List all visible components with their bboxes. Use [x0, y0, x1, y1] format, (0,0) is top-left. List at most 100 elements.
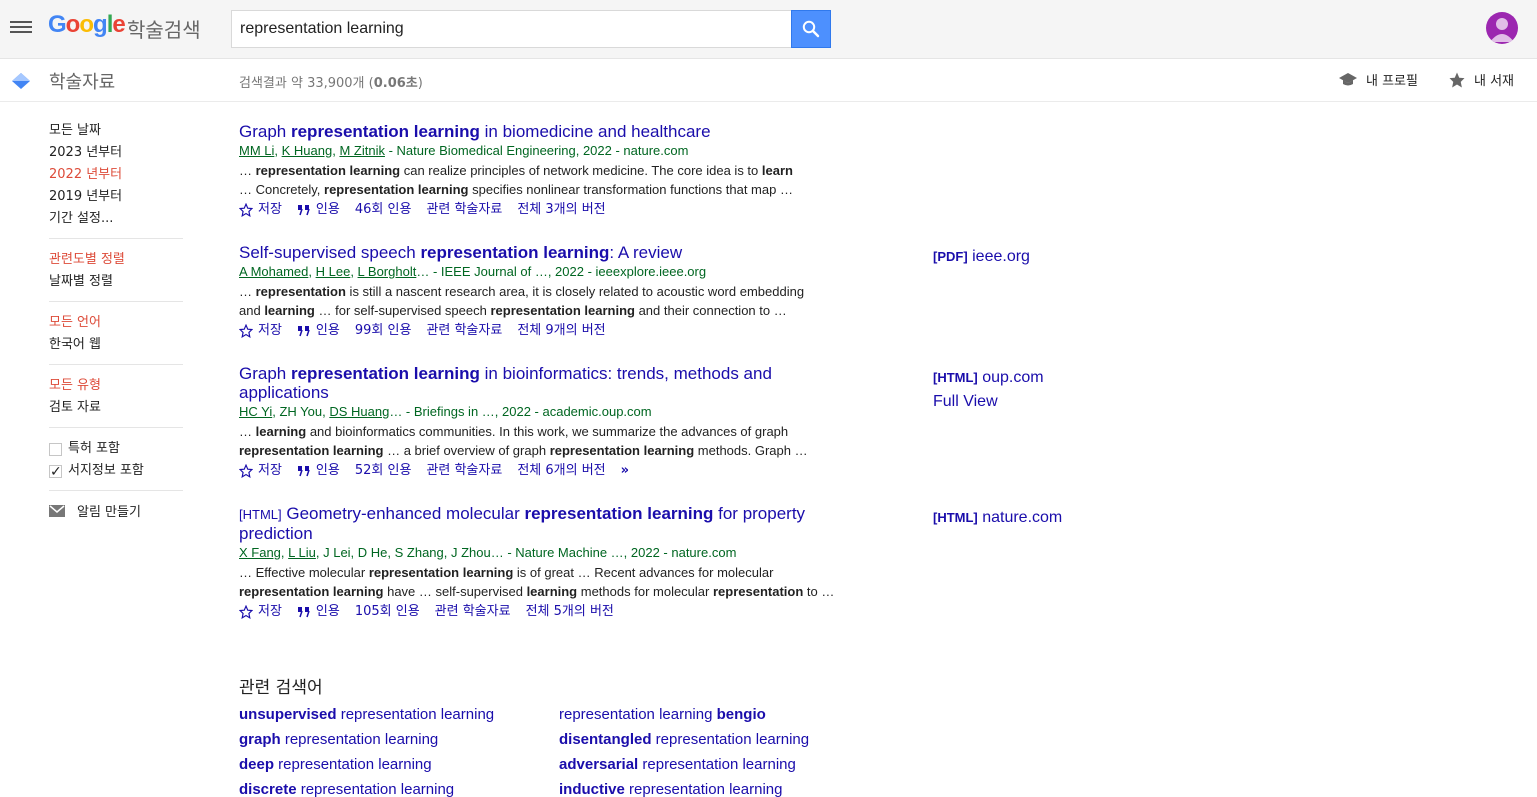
search-input[interactable]	[232, 11, 791, 47]
all-versions-link[interactable]: 전체 5개의 버전	[526, 602, 614, 622]
result-snippet: … Concretely, representation learning sp…	[239, 182, 793, 197]
scholar-logo-text[interactable]: 학술검색	[127, 14, 201, 43]
include-patents-checkbox[interactable]: 특허 포함	[49, 438, 183, 460]
cite-button[interactable]: 인용	[297, 321, 340, 341]
related-search-link[interactable]: adversarial representation learning	[559, 755, 879, 774]
top-bar: Google 학술검색	[0, 0, 1537, 59]
result-authors: X Fang, L Liu, J Lei, D He, S Zhang, J Z…	[239, 545, 737, 560]
date-since-2022[interactable]: 2022 년부터	[49, 164, 183, 186]
cite-button[interactable]: 인용	[297, 200, 340, 220]
save-button[interactable]: 저장	[239, 200, 282, 220]
result-title-link[interactable]: Graph representation learning in biomedi…	[239, 122, 819, 141]
author-link[interactable]: DS Huang	[329, 404, 389, 419]
google-logo[interactable]: Google	[48, 11, 126, 39]
cited-by-link[interactable]: 105회 인용	[355, 602, 420, 622]
date-custom-range[interactable]: 기간 설정...	[49, 208, 183, 230]
type-group: 모든 유형 검토 자료	[49, 375, 183, 428]
type-review[interactable]: 검토 자료	[49, 397, 183, 419]
result-title-link[interactable]: [HTML] Geometry-enhanced molecular repre…	[239, 504, 819, 543]
related-search-link[interactable]: graph representation learning	[239, 730, 559, 749]
date-any[interactable]: 모든 날짜	[49, 120, 183, 142]
author-link[interactable]: L Borgholt	[358, 264, 417, 279]
star-icon	[1449, 72, 1465, 87]
graduation-cap-icon	[1339, 72, 1357, 85]
include-citations-checkbox[interactable]: 서지정보 포함	[49, 460, 183, 483]
author-link[interactable]: A Mohamed	[239, 264, 308, 279]
sort-group: 관련도별 정렬 날짜별 정렬	[49, 249, 183, 302]
all-versions-link[interactable]: 전체 3개의 버전	[517, 200, 605, 220]
all-versions-link[interactable]: 전체 9개의 버전	[517, 321, 605, 341]
user-icon	[1490, 18, 1514, 42]
author-link[interactable]: H Lee	[316, 264, 351, 279]
all-versions-link[interactable]: 전체 6개의 버전	[517, 461, 605, 481]
related-search-link[interactable]: deep representation learning	[239, 755, 559, 774]
search-result: Graph representation learning in biomedi…	[239, 122, 1109, 220]
menu-icon[interactable]	[10, 18, 32, 36]
my-profile-link[interactable]: 내 프로필	[1338, 70, 1418, 89]
fulltext-links: [HTML] oup.com Full View	[933, 366, 1044, 414]
cited-by-link[interactable]: 46회 인용	[355, 200, 412, 220]
result-snippet: representation learning have … self-supe…	[239, 584, 835, 599]
author-link[interactable]: K Huang	[282, 143, 333, 158]
sort-by-date[interactable]: 날짜별 정렬	[49, 271, 183, 293]
language-any[interactable]: 모든 언어	[49, 312, 183, 334]
pdf-link[interactable]: [PDF] ieee.org	[933, 245, 1030, 269]
language-korean[interactable]: 한국어 웹	[49, 334, 183, 356]
related-search-link[interactable]: unsupervised representation learning	[239, 705, 559, 724]
author-link[interactable]: MM Li	[239, 143, 274, 158]
author-link[interactable]: L Liu	[288, 545, 316, 560]
cited-by-link[interactable]: 99회 인용	[355, 321, 412, 341]
related-articles-link[interactable]: 관련 학술자료	[426, 461, 502, 481]
checkbox-unchecked[interactable]	[49, 442, 62, 456]
cite-button[interactable]: 인용	[297, 461, 340, 481]
author-link[interactable]: M Zitnik	[339, 143, 385, 158]
star-outline-icon	[239, 324, 253, 338]
result-snippet: … Effective molecular representation lea…	[239, 565, 774, 580]
html-link[interactable]: [HTML] nature.com	[933, 506, 1062, 530]
full-view-link[interactable]: Full View	[933, 390, 1044, 414]
result-title-link[interactable]: Graph representation learning in bioinfo…	[239, 364, 819, 402]
cited-by-link[interactable]: 52회 인용	[355, 461, 412, 481]
create-alert-link[interactable]: 알림 만들기	[49, 501, 183, 520]
account-avatar[interactable]	[1486, 12, 1518, 44]
save-button[interactable]: 저장	[239, 602, 282, 622]
html-link[interactable]: [HTML] oup.com	[933, 366, 1044, 390]
related-articles-link[interactable]: 관련 학술자료	[435, 602, 511, 622]
result-snippet: and learning … for self-supervised speec…	[239, 303, 787, 318]
sub-bar: 학술자료 검색결과 약 33,900개 (0.06초) 내 프로필 내 서재	[0, 60, 1537, 102]
sort-by-relevance[interactable]: 관련도별 정렬	[49, 249, 183, 271]
checkbox-checked[interactable]	[49, 461, 62, 483]
my-library-link[interactable]: 내 서재	[1448, 70, 1514, 89]
envelope-icon	[49, 504, 65, 517]
save-button[interactable]: 저장	[239, 321, 282, 341]
date-since-2019[interactable]: 2019 년부터	[49, 186, 183, 208]
result-snippet: representation learning … a brief overvi…	[239, 443, 808, 458]
related-search-link[interactable]: representation learning bengio	[559, 705, 879, 724]
scholar-cap-icon	[12, 73, 30, 89]
related-search-link[interactable]: inductive representation learning	[559, 780, 879, 797]
star-outline-icon	[239, 605, 253, 619]
search-icon	[802, 20, 820, 38]
author-link[interactable]: X Fang	[239, 545, 281, 560]
author-link[interactable]: HC Yi	[239, 404, 272, 419]
result-actions: 저장 인용 99회 인용 관련 학술자료 전체 9개의 버전	[239, 321, 1109, 341]
search-button[interactable]	[791, 10, 831, 48]
more-chevron-icon[interactable]: »	[621, 461, 629, 481]
related-articles-link[interactable]: 관련 학술자료	[426, 321, 502, 341]
filter-sidebar: 모든 날짜 2023 년부터 2022 년부터 2019 년부터 기간 설정..…	[49, 120, 183, 520]
result-authors: MM Li, K Huang, M Zitnik - Nature Biomed…	[239, 143, 689, 158]
date-since-2023[interactable]: 2023 년부터	[49, 142, 183, 164]
save-button[interactable]: 저장	[239, 461, 282, 481]
cite-button[interactable]: 인용	[297, 602, 340, 622]
result-snippet: … representation is still a nascent rese…	[239, 284, 805, 299]
search-result: Graph representation learning in bioinfo…	[239, 364, 1109, 481]
type-any[interactable]: 모든 유형	[49, 375, 183, 397]
section-title[interactable]: 학술자료	[49, 68, 115, 94]
related-search-link[interactable]: discrete representation learning	[239, 780, 559, 797]
result-actions: 저장 인용 46회 인용 관련 학술자료 전체 3개의 버전	[239, 200, 1109, 220]
related-search-link[interactable]: disentangled representation learning	[559, 730, 879, 749]
search-result: Self-supervised speech representation le…	[239, 243, 1109, 341]
related-searches-title: 관련 검색어	[239, 678, 323, 698]
related-articles-link[interactable]: 관련 학술자료	[426, 200, 502, 220]
result-title-link[interactable]: Self-supervised speech representation le…	[239, 243, 819, 262]
